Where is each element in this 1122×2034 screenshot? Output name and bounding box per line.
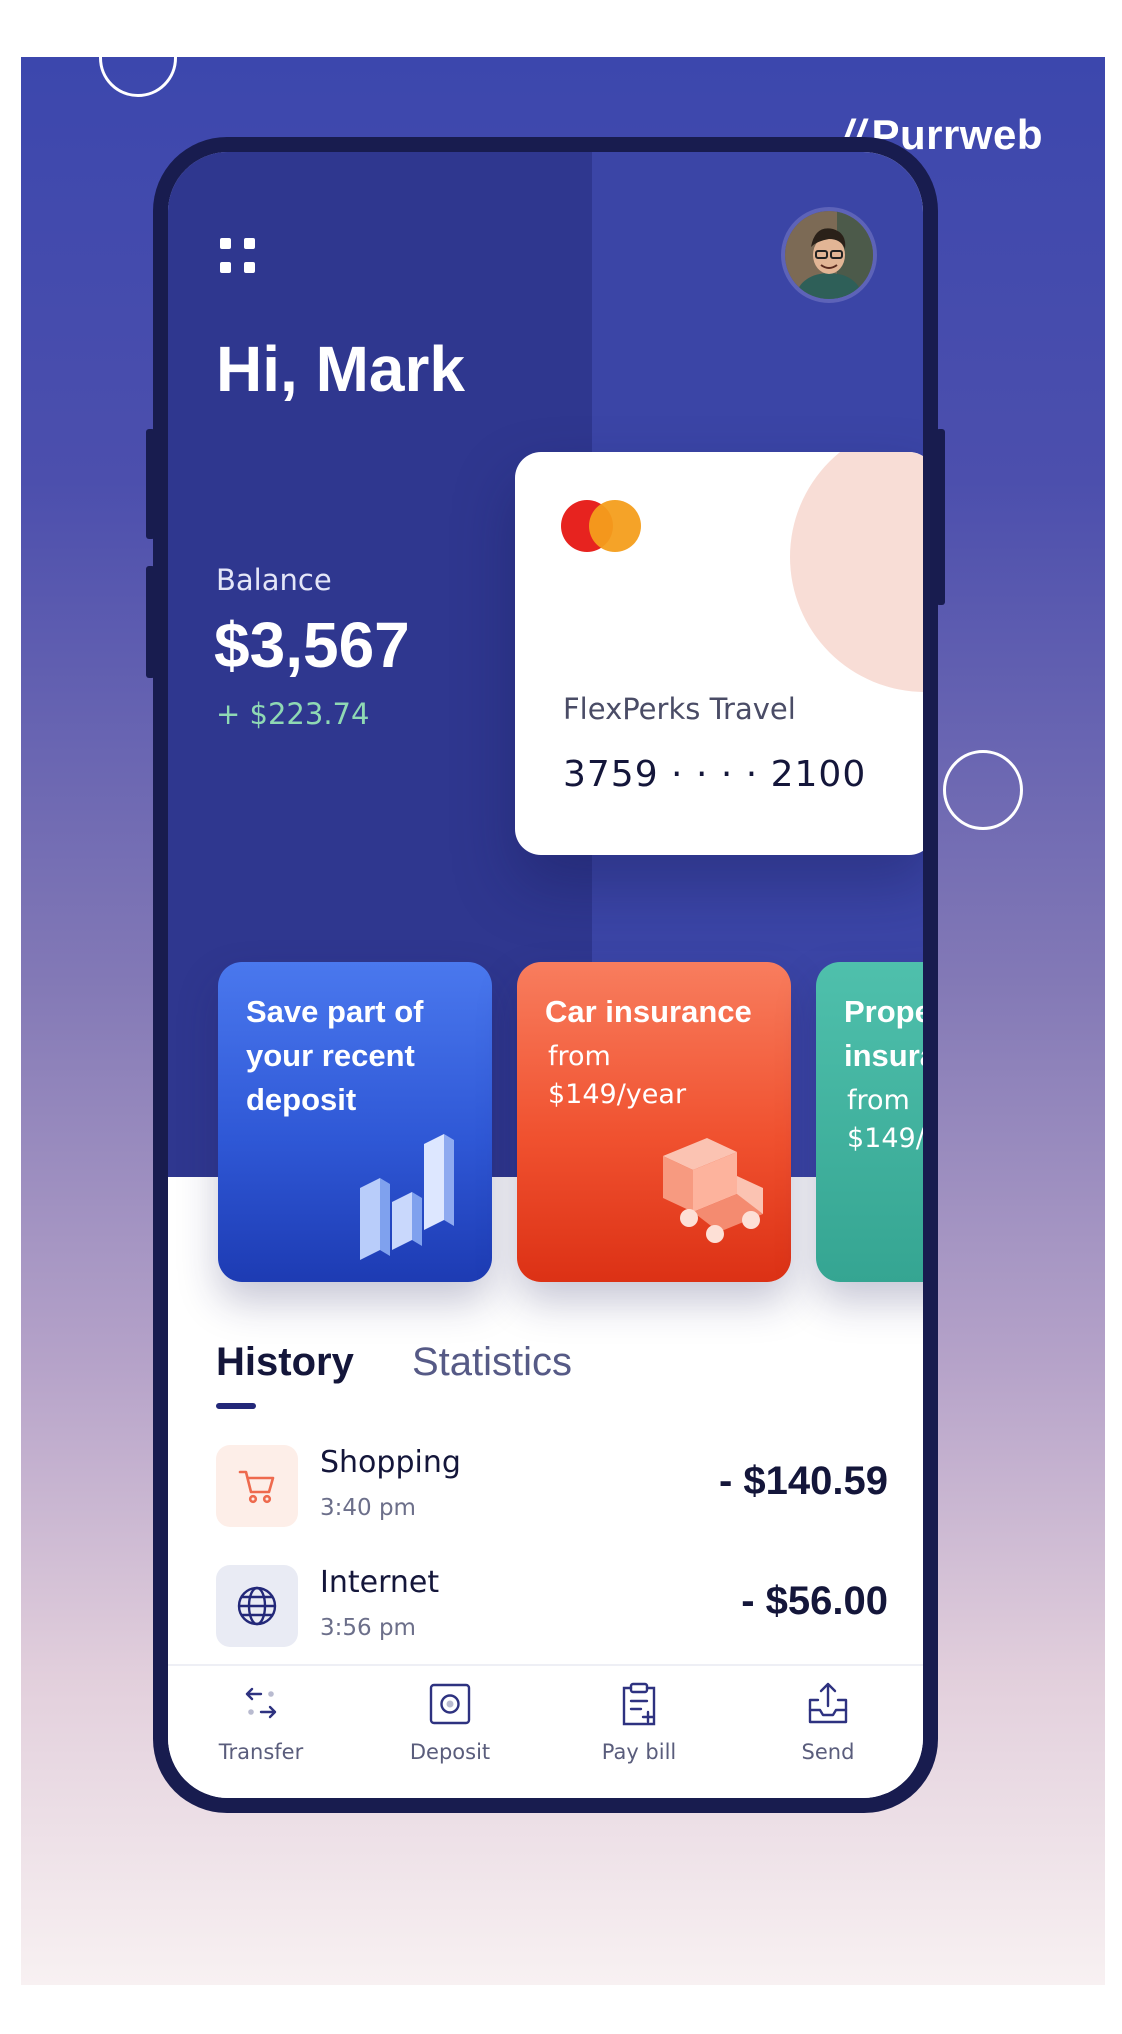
balance-value: $3,567: [214, 609, 410, 681]
nav-pay-bill[interactable]: Pay bill: [584, 1680, 694, 1764]
card-number: 3759 · · · · 2100: [563, 754, 867, 795]
transaction-time: 3:56 pm: [320, 1615, 416, 1641]
decorative-ring: [99, 57, 177, 97]
offer-title: Save part of your recent deposit: [246, 994, 424, 1117]
transaction-title: Shopping: [320, 1445, 461, 1480]
app-screen: Hi, Mark Balance $3,567 + $223.74 FlexPe…: [168, 152, 923, 1798]
nav-deposit[interactable]: Deposit: [395, 1680, 505, 1764]
offer-card-property-insurance[interactable]: Property insurance from $149/year: [816, 962, 923, 1282]
bar-chart-icon: [360, 1134, 454, 1260]
nav-label: Deposit: [409, 1740, 491, 1764]
offer-card-car-insurance[interactable]: Car insurance from $149/year: [517, 962, 791, 1282]
user-avatar[interactable]: [781, 207, 877, 303]
credit-card[interactable]: FlexPerks Travel 3759 · · · · 2100: [515, 452, 923, 855]
van-icon: [663, 1138, 763, 1243]
tab-statistics[interactable]: Statistics: [412, 1340, 572, 1385]
offer-title: Car insurance: [545, 994, 752, 1029]
bottom-navigation: Transfer Deposit Pay bill Send: [168, 1664, 923, 1798]
bill-icon: [622, 1682, 656, 1726]
globe-icon: [216, 1565, 298, 1647]
transaction-amount: - $140.59: [718, 1459, 888, 1503]
cart-icon: [216, 1445, 298, 1527]
card-decoration: [790, 452, 923, 692]
nav-transfer[interactable]: Transfer: [206, 1680, 316, 1764]
offer-price: from $149/year: [548, 1041, 687, 1110]
transfer-icon: [245, 1687, 277, 1719]
transaction-row[interactable]: Shopping 3:40 pm - $140.59: [216, 1445, 888, 1527]
transaction-title: Internet: [320, 1565, 440, 1600]
nav-label: Send: [801, 1740, 855, 1764]
balance-change: + $223.74: [216, 697, 370, 731]
menu-icon[interactable]: [220, 238, 258, 276]
mastercard-logo-icon: [561, 500, 641, 552]
transaction-row[interactable]: Internet 3:56 pm - $56.00: [216, 1565, 888, 1647]
nav-send[interactable]: Send: [773, 1680, 883, 1764]
tab-active-indicator: [216, 1403, 256, 1409]
card-name: FlexPerks Travel: [563, 692, 796, 726]
offer-card-savings[interactable]: Save part of your recent deposit: [218, 962, 492, 1282]
send-icon: [808, 1682, 848, 1724]
nav-label: Pay bill: [601, 1740, 677, 1764]
offer-price: from $149/year: [847, 1085, 923, 1154]
greeting-heading: Hi, Mark: [216, 333, 465, 405]
transaction-time: 3:40 pm: [320, 1495, 416, 1521]
nav-label: Transfer: [218, 1740, 304, 1764]
tab-history[interactable]: History: [216, 1340, 354, 1385]
transaction-amount: - $56.00: [741, 1579, 888, 1623]
offer-title: Property insurance: [844, 994, 923, 1073]
decorative-ring: [943, 750, 1023, 830]
safe-icon: [429, 1683, 471, 1725]
balance-label: Balance: [216, 563, 332, 597]
